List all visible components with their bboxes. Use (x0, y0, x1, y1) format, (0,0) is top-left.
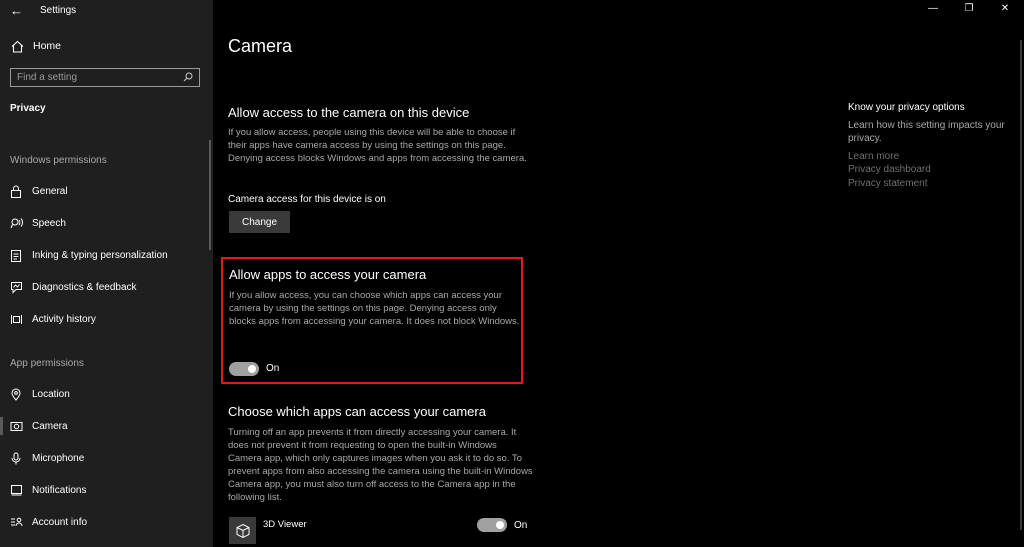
sidebar-item-notifications[interactable]: Notifications (0, 479, 213, 501)
group-title-windows-permissions: Windows permissions (10, 155, 107, 166)
choose-apps-description: Turning off an app prevents it from dire… (228, 427, 533, 503)
device-access-heading: Allow access to the camera on this devic… (228, 105, 470, 120)
privacy-options-description: Learn how this setting impacts your priv… (848, 120, 1005, 144)
learn-more-link[interactable]: Learn more (848, 151, 899, 162)
camera-icon (9, 419, 23, 433)
page-title: Camera (228, 36, 293, 56)
choose-apps-heading: Choose which apps can access your camera (228, 404, 486, 419)
group-title-app-permissions: App permissions (10, 358, 84, 369)
sidebar-scrollbar[interactable] (209, 140, 211, 250)
sidebar-item-account-info[interactable]: Account info (0, 511, 213, 533)
privacy-options-title: Know your privacy options (848, 102, 965, 113)
home-icon (10, 39, 24, 53)
search-input[interactable] (17, 72, 183, 83)
sidebar-item-inking-typing[interactable]: Inking & typing personalization (0, 244, 213, 266)
device-access-status: Camera access for this device is on (228, 194, 386, 205)
main-content: — ❐ ✕ Camera Allow access to the camera … (213, 0, 1024, 547)
back-arrow-icon[interactable]: ← (10, 3, 23, 18)
apps-access-description: If you allow access, you can choose whic… (229, 290, 520, 327)
section-title-privacy: Privacy (10, 103, 46, 114)
sidebar-item-label: Speech (32, 217, 66, 229)
apps-access-toggle[interactable] (229, 362, 259, 376)
apps-access-heading: Allow apps to access your camera (229, 267, 427, 282)
app-3d-viewer-toggle-label: On (514, 520, 528, 531)
privacy-statement-link[interactable]: Privacy statement (848, 178, 927, 189)
sidebar-item-diagnostics[interactable]: Diagnostics & feedback (0, 276, 213, 298)
sidebar-item-label: Account info (32, 516, 88, 528)
sidebar-item-label: Microphone (32, 452, 85, 464)
app-name-3d-viewer: 3D Viewer (263, 519, 307, 530)
home-nav-item[interactable]: Home (10, 39, 61, 53)
sidebar-item-label: Inking & typing personalization (32, 249, 168, 261)
window-controls: — ❐ ✕ (926, 3, 1012, 14)
notifications-icon (9, 483, 23, 497)
diagnostics-icon (9, 280, 23, 294)
sidebar-item-location[interactable]: Location (0, 383, 213, 405)
sidebar-item-general[interactable]: General (0, 180, 213, 202)
sidebar-item-label: General (32, 185, 68, 197)
sidebar-item-label: Notifications (32, 484, 87, 496)
sidebar-item-label: Camera (32, 420, 68, 432)
sidebar-item-microphone[interactable]: Microphone (0, 447, 213, 469)
sidebar-item-label: Location (32, 388, 70, 400)
main-scrollbar[interactable] (1020, 40, 1022, 530)
search-icon[interactable] (183, 69, 193, 87)
account-info-icon (9, 515, 23, 529)
toggle-knob (248, 365, 256, 373)
close-icon[interactable]: ✕ (998, 3, 1012, 14)
app-3d-viewer-tile (229, 517, 256, 544)
sidebar-item-camera[interactable]: Camera (0, 415, 213, 437)
app-3d-viewer-toggle[interactable] (477, 518, 507, 532)
window-title: Settings (40, 5, 77, 16)
apps-access-toggle-label: On (266, 363, 280, 374)
restore-icon[interactable]: ❐ (962, 3, 976, 14)
speech-icon (9, 216, 23, 230)
search-box[interactable] (10, 68, 200, 87)
clipboard-icon (9, 248, 23, 262)
change-button[interactable]: Change (229, 211, 290, 233)
sidebar-item-label: Activity history (32, 313, 96, 325)
sidebar: ← Settings Home Privacy Windows permissi… (0, 0, 213, 547)
device-access-description: If you allow access, people using this d… (228, 127, 527, 164)
sidebar-item-speech[interactable]: Speech (0, 212, 213, 234)
privacy-dashboard-link[interactable]: Privacy dashboard (848, 164, 931, 175)
location-icon (9, 387, 23, 401)
home-label: Home (33, 40, 62, 52)
cube-icon (236, 523, 249, 538)
minimize-icon[interactable]: — (926, 3, 940, 14)
sidebar-item-activity-history[interactable]: Activity history (0, 308, 213, 330)
sidebar-item-label: Diagnostics & feedback (32, 281, 137, 293)
microphone-icon (9, 451, 23, 465)
lock-icon (9, 184, 23, 198)
activity-icon (9, 312, 23, 326)
toggle-knob (496, 521, 504, 529)
